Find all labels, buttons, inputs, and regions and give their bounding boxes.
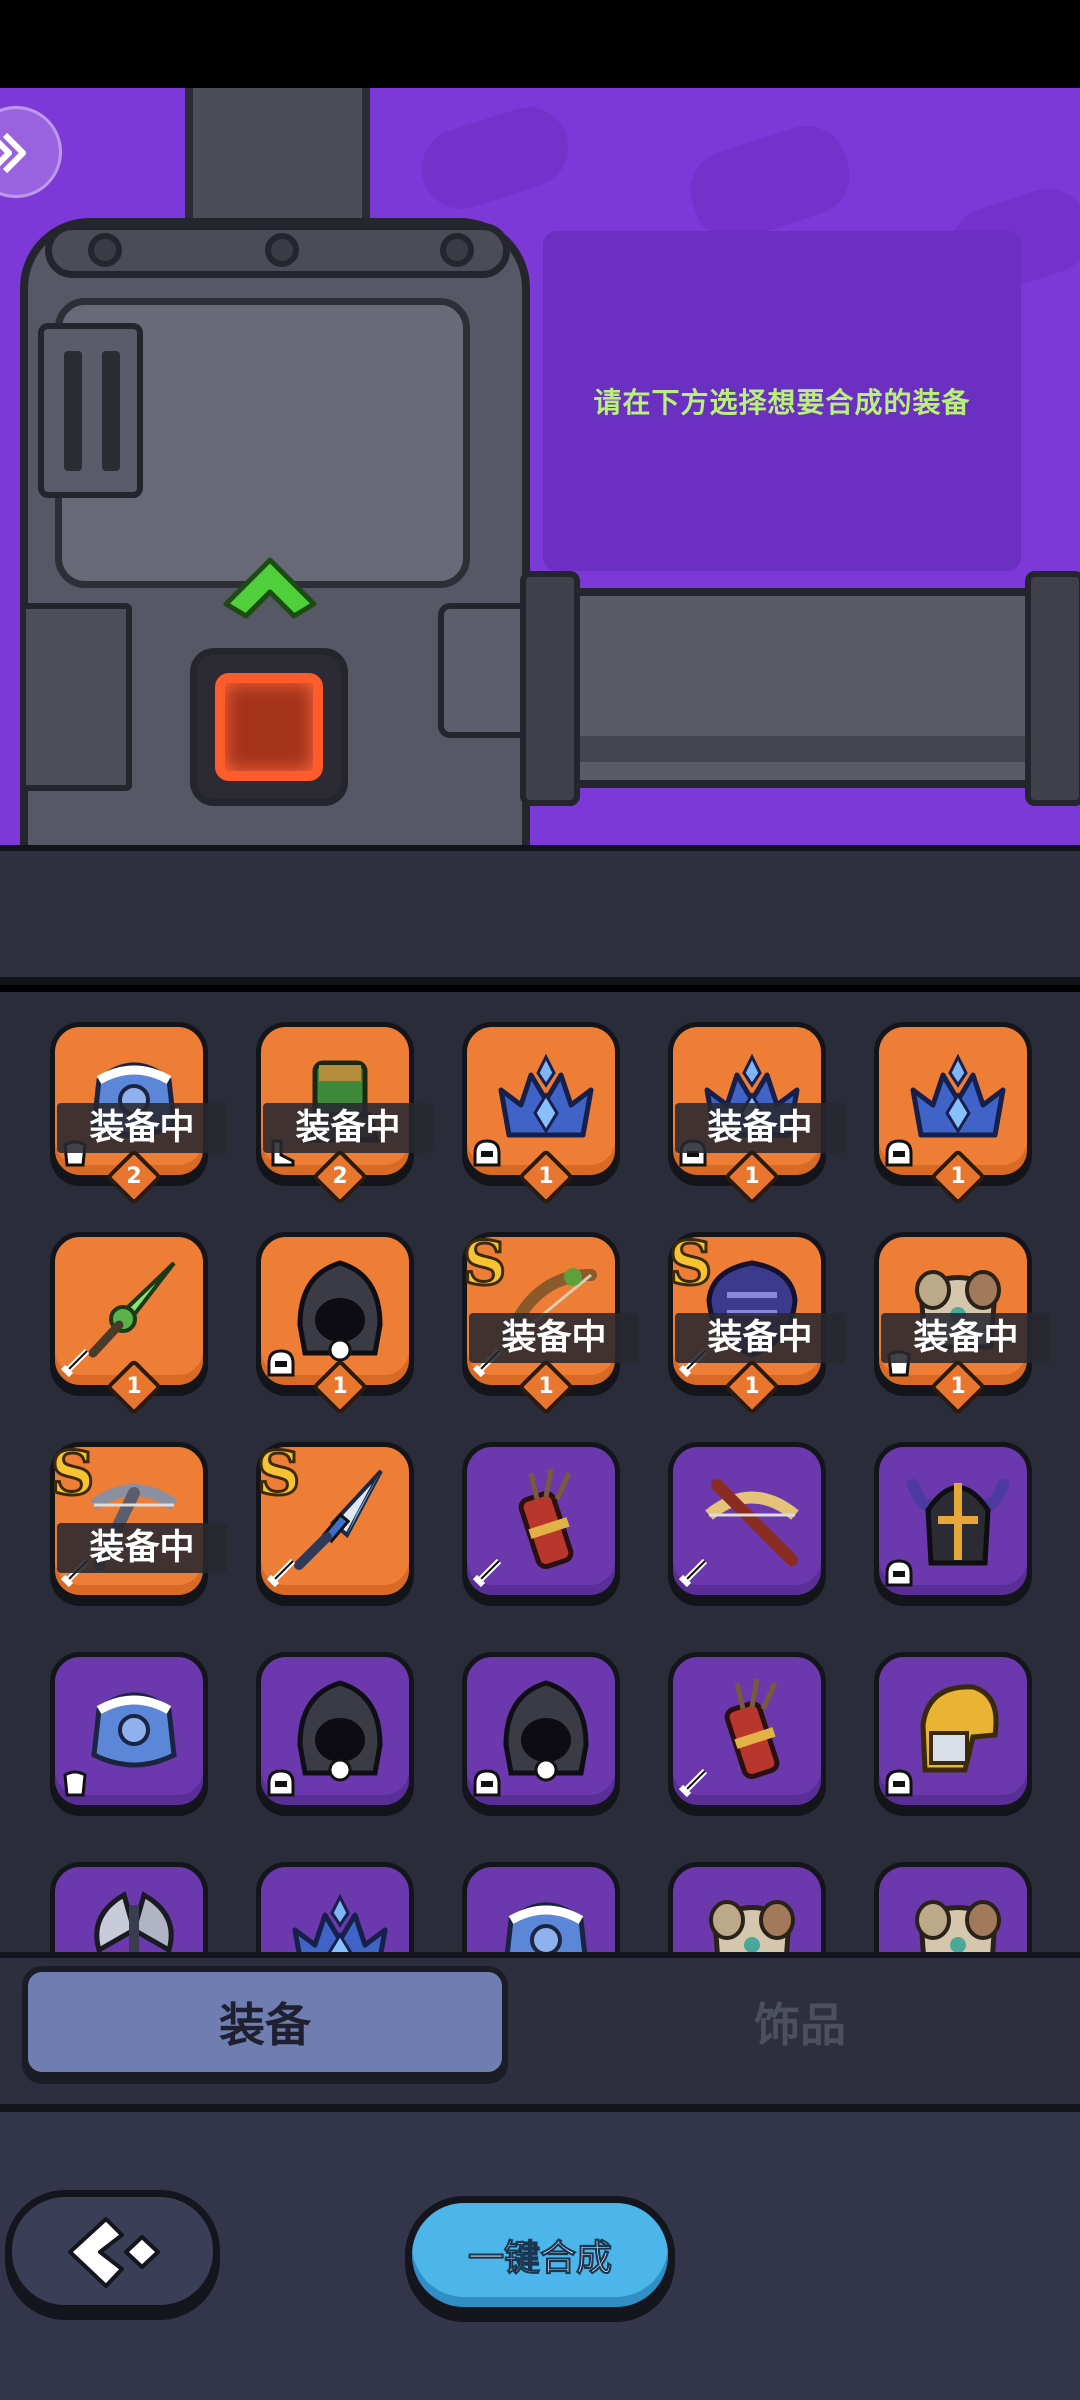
inventory-item[interactable]: 装备中 1 [874,1232,1051,1416]
inventory-item[interactable] [462,1442,620,1600]
inventory-item[interactable]: 1 [462,1022,620,1206]
inventory-item[interactable] [256,1652,414,1810]
tab-bar: 装备 饰品 [0,1952,1080,2112]
one-click-merge-button[interactable]: 一键合成 [405,2196,675,2314]
weapon-type-icon [677,1557,709,1589]
equipped-label: 装备中 [57,1523,227,1573]
gold-helmet-icon [903,1675,1013,1789]
helmet-type-icon [265,1347,297,1379]
forge-scene: 请在下方选择想要合成的装备 [0,88,1080,845]
helmet-type-icon [265,1767,297,1799]
hint-text: 请在下方选择想要合成的装备 [593,386,971,419]
bottom-bar: 一键合成 [0,2112,1080,2400]
horned-helmet-icon [903,1465,1013,1579]
back-button[interactable] [5,2190,220,2312]
helmet-type-icon [471,1137,503,1169]
helmet-type-icon [883,1137,915,1169]
equipped-label: 装备中 [881,1313,1051,1363]
tab-accessories[interactable]: 饰品 [540,1966,1060,2078]
inventory-item[interactable]: S [255,1438,414,1600]
inventory-item[interactable] [462,1862,620,1952]
merge-button-label: 一键合成 [467,2238,612,2280]
chevron-up-icon [223,557,317,619]
inventory-item[interactable]: 装备中 2 [50,1022,227,1206]
equipped-label: 装备中 [263,1103,433,1153]
double-chevron-icon [0,132,26,174]
inventory-grid: 装备中 2 装备中 2 1 装备中 1 1 1 1 S 装备中 1 S 装备中 1 装备中 1 S 装备中 S [0,992,1080,1952]
inventory-item[interactable]: 1 [50,1232,208,1416]
inventory-item[interactable] [50,1652,208,1810]
helmet-type-icon [883,1767,915,1799]
inventory-item[interactable] [874,1652,1032,1810]
helmet-type-icon [883,1557,915,1589]
inventory-item[interactable] [668,1442,826,1600]
rank-badge: S [255,1438,301,1511]
inventory-item[interactable]: S 装备中 1 [461,1228,639,1416]
inventory-item[interactable] [256,1862,414,1952]
back-arrow-icon [68,2217,160,2288]
axe-icon [79,1885,189,1952]
ice-crown-icon [285,1885,395,1952]
equipped-label: 装备中 [675,1313,845,1363]
rank-badge: S [667,1228,713,1301]
tab-equipment[interactable]: 装备 [22,1966,508,2078]
quiver-icon [697,1675,807,1789]
dark-hood-icon [285,1255,395,1369]
quiver-icon [491,1465,601,1579]
ice-crown-icon [903,1045,1013,1159]
red-crossbow-icon [697,1465,807,1579]
inventory-item[interactable] [50,1862,208,1952]
crystal-sword-icon [285,1465,395,1579]
green-dagger-icon [79,1255,189,1369]
inventory-item[interactable]: 装备中 2 [256,1022,433,1206]
weapon-type-icon [471,1557,503,1589]
weapon-type-icon [265,1557,297,1589]
inventory-item[interactable]: 1 [874,1022,1032,1206]
inventory-item[interactable] [668,1862,826,1952]
helmet-type-icon [471,1767,503,1799]
inventory-item[interactable]: 装备中 1 [668,1022,845,1206]
inventory-item[interactable]: S 装备中 [49,1438,227,1600]
armor-type-icon [59,1767,91,1799]
forge-side-door [20,603,132,791]
forge-vent [38,323,143,498]
frost-armor-icon [79,1675,189,1789]
top-back-button[interactable] [0,106,62,198]
bone-armor-icon [697,1885,807,1952]
forge-slot[interactable] [190,648,348,806]
dark-hood-icon [491,1675,601,1789]
hint-panel: 请在下方选择想要合成的装备 [543,231,1021,571]
rank-badge: S [461,1228,507,1301]
frost-armor-icon [491,1885,601,1952]
equipped-label: 装备中 [469,1313,639,1363]
forge-pipe [185,88,370,228]
inventory-item[interactable] [874,1442,1032,1600]
bone-armor-icon [903,1885,1013,1952]
equipped-label: 装备中 [57,1103,227,1153]
weapon-type-icon [677,1767,709,1799]
status-bar [0,0,1080,88]
inventory-item[interactable]: S 装备中 1 [667,1228,845,1416]
rank-badge: S [49,1438,95,1511]
inventory-item[interactable] [462,1652,620,1810]
weapon-type-icon [59,1347,91,1379]
inventory-item[interactable] [874,1862,1032,1952]
dark-hood-icon [285,1675,395,1789]
tab-accessories-label: 饰品 [754,1998,846,2052]
inventory-item[interactable]: 1 [256,1232,414,1416]
inventory-item[interactable] [668,1652,826,1810]
tab-equipment-label: 装备 [219,1998,311,2052]
equipped-label: 装备中 [675,1103,845,1153]
ice-crown-icon [491,1045,601,1159]
forge-divider [0,845,1080,985]
